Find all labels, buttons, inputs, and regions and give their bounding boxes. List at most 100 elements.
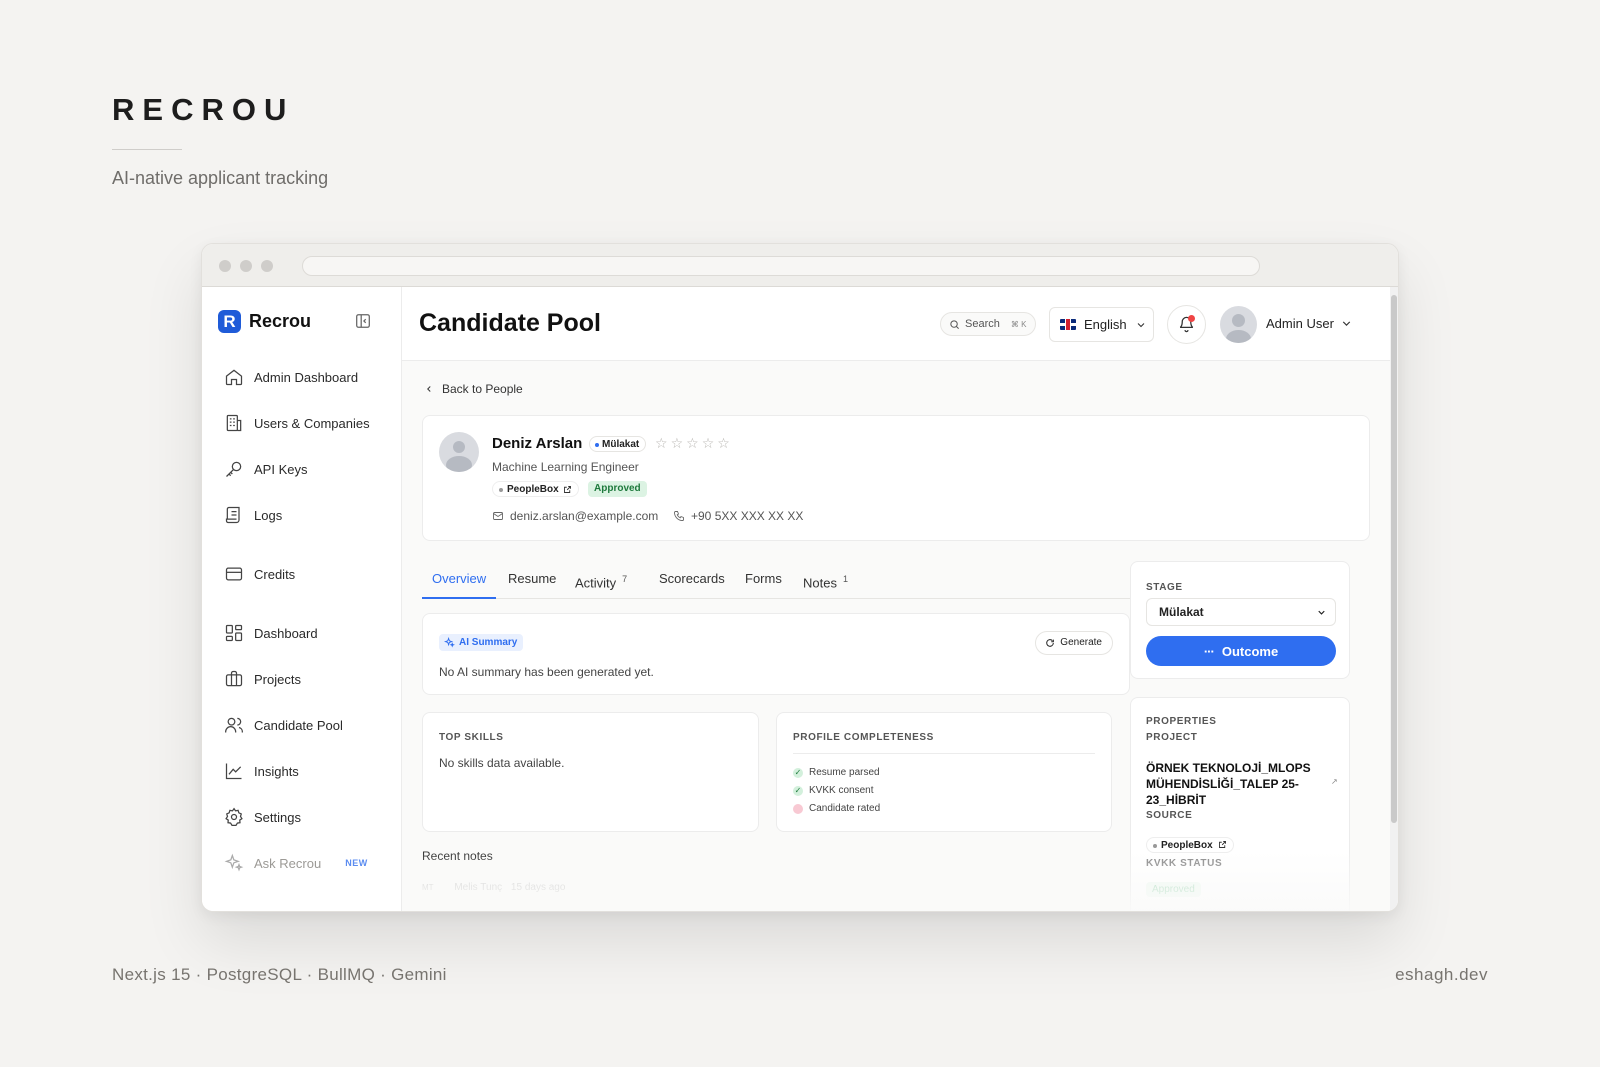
- tab-activity[interactable]: Activity 7: [575, 567, 627, 599]
- star-icon[interactable]: ☆: [717, 435, 730, 452]
- external-link-icon[interactable]: ↗: [1331, 777, 1338, 786]
- window-close-dot[interactable]: [219, 260, 231, 272]
- site-footer: eshagh.dev: [1395, 965, 1488, 984]
- generate-label: Generate: [1060, 637, 1102, 648]
- top-bar: Candidate Pool Search ⌘ K English Admin …: [402, 287, 1398, 361]
- candidate-email[interactable]: deniz.arslan@example.com: [492, 509, 658, 523]
- refresh-icon: [1046, 639, 1055, 647]
- avatar-head-shape: [1232, 314, 1245, 327]
- user-avatar[interactable]: [1220, 306, 1257, 343]
- note-author-initials: MT: [422, 883, 434, 892]
- note-preview[interactable]: MT Melis Tunç 15 days ago: [422, 882, 565, 893]
- sidebar-item-ask-recrou[interactable]: Ask Recrou NEW: [224, 848, 368, 878]
- scrollbar-track[interactable]: [1390, 287, 1398, 911]
- building-icon: [226, 414, 242, 432]
- star-icon[interactable]: ☆: [655, 435, 668, 452]
- notifications-button[interactable]: [1167, 305, 1206, 344]
- stage-select[interactable]: Mülakat: [1146, 598, 1336, 626]
- properties-panel: PROPERTIES PROJECT ÖRNEK TEKNOLOJİ_MLOPS…: [1130, 697, 1350, 911]
- credit-card-icon: [225, 567, 243, 581]
- check-icon: ✓: [793, 767, 803, 778]
- language-label: English: [1084, 317, 1127, 332]
- brand-divider: [112, 149, 182, 150]
- uk-flag-icon: [1060, 319, 1076, 330]
- sidebar-collapse-icon[interactable]: [354, 312, 372, 330]
- sidebar-item-settings[interactable]: Settings: [224, 802, 301, 832]
- sparkle-icon: [444, 637, 455, 648]
- tab-label: Forms: [745, 571, 782, 586]
- star-icon[interactable]: ☆: [686, 435, 699, 452]
- kvkk-status-badge: Approved: [1146, 882, 1201, 897]
- avatar-body-shape: [1226, 330, 1251, 343]
- window-minimize-dot[interactable]: [240, 260, 252, 272]
- tab-label: Resume: [508, 571, 557, 586]
- sidebar-item-credits[interactable]: Credits: [224, 559, 295, 589]
- search-label: Search: [965, 318, 1000, 330]
- top-skills-empty-text: No skills data available.: [439, 756, 565, 770]
- star-icon[interactable]: ☆: [702, 435, 715, 452]
- more-dots-icon: ···: [1203, 643, 1215, 659]
- address-bar[interactable]: [302, 256, 1260, 276]
- sidebar-item-label: Admin Dashboard: [254, 369, 359, 385]
- browser-titlebar: [202, 244, 1398, 287]
- back-link[interactable]: Back to People: [424, 382, 523, 396]
- tab-label: Activity: [575, 575, 617, 591]
- language-selector[interactable]: English: [1049, 307, 1154, 342]
- sidebar-item-label: Users & Companies: [254, 415, 370, 431]
- sidebar-item-admin-dashboard[interactable]: Admin Dashboard: [224, 362, 358, 392]
- sidebar-item-insights[interactable]: Insights: [224, 756, 299, 786]
- profile-completeness-card: PROFILE COMPLETENESS ✓ Resume parsed ✓ K…: [776, 712, 1112, 832]
- grid-icon: [225, 624, 243, 642]
- tab-count: 1: [842, 574, 848, 584]
- kvkk-status-label: KVKK STATUS: [1146, 858, 1223, 869]
- window-maximize-dot[interactable]: [261, 260, 273, 272]
- generate-button[interactable]: Generate: [1035, 631, 1113, 655]
- tab-scorecards[interactable]: Scorecards: [659, 567, 725, 599]
- sidebar-item-dashboard[interactable]: Dashboard: [224, 618, 318, 648]
- user-menu[interactable]: Admin User: [1266, 316, 1353, 331]
- pending-circle-icon: •: [793, 803, 803, 814]
- search-icon: [950, 319, 959, 329]
- checklist-item: ✓ KVKK consent: [793, 785, 873, 796]
- checklist-label: Candidate rated: [809, 803, 881, 814]
- check-icon: ✓: [793, 785, 803, 796]
- tab-forms[interactable]: Forms: [745, 567, 782, 599]
- tab-notes[interactable]: Notes 1: [803, 567, 848, 599]
- candidate-phone[interactable]: +90 5XX XXX XX XX: [673, 509, 803, 523]
- star-icon[interactable]: ☆: [671, 435, 684, 452]
- source-badge[interactable]: PeopleBox: [492, 481, 579, 497]
- sidebar-item-label: Candidate Pool: [254, 717, 343, 733]
- sidebar-item-candidate-pool[interactable]: Candidate Pool: [224, 710, 343, 740]
- source-label: PeopleBox: [507, 483, 559, 495]
- tab-overview[interactable]: Overview: [422, 567, 497, 599]
- app-shell: R Recrou Admin Dashboard Users & Compani…: [202, 287, 1398, 911]
- sidebar-item-label: Projects: [254, 671, 301, 687]
- brand-subtitle: AI-native applicant tracking: [112, 168, 329, 188]
- properties-label: PROPERTIES: [1146, 716, 1217, 727]
- checklist-label: KVKK consent: [809, 785, 874, 796]
- outcome-button[interactable]: ··· Outcome: [1146, 636, 1336, 666]
- search-button[interactable]: Search ⌘ K: [940, 312, 1036, 336]
- stage-selected-value: Mülakat: [1159, 605, 1204, 619]
- page-title: Candidate Pool: [419, 309, 601, 337]
- chevron-left-icon: [427, 386, 431, 392]
- sidebar-item-users-companies[interactable]: Users & Companies: [224, 408, 370, 438]
- scroll-icon: [225, 506, 240, 524]
- main-content: Candidate Pool Search ⌘ K English Admin …: [402, 287, 1398, 911]
- users-icon: [225, 717, 243, 733]
- tab-resume[interactable]: Resume: [508, 567, 556, 599]
- chevron-down-icon: [1318, 610, 1325, 615]
- sidebar-item-projects[interactable]: Projects: [224, 664, 301, 694]
- tab-count: 7: [622, 574, 628, 584]
- star-rating[interactable]: ☆ ☆ ☆ ☆ ☆: [655, 435, 730, 452]
- chevron-down-icon: [1342, 321, 1351, 326]
- avatar-body-shape: [446, 456, 472, 472]
- note-time: 15 days ago: [510, 882, 566, 893]
- project-link[interactable]: ÖRNEK TEKNOLOJİ_MLOPS MÜHENDİSLİĞİ_TALEP…: [1146, 760, 1314, 808]
- source-badge[interactable]: PeopleBox: [1146, 837, 1235, 853]
- sidebar-item-api-keys[interactable]: API Keys: [224, 454, 307, 484]
- checklist-item: ✓ Resume parsed: [793, 767, 880, 778]
- source-label: SOURCE: [1146, 810, 1193, 821]
- sidebar-item-logs[interactable]: Logs: [224, 500, 282, 530]
- scrollbar-thumb[interactable]: [1391, 295, 1397, 823]
